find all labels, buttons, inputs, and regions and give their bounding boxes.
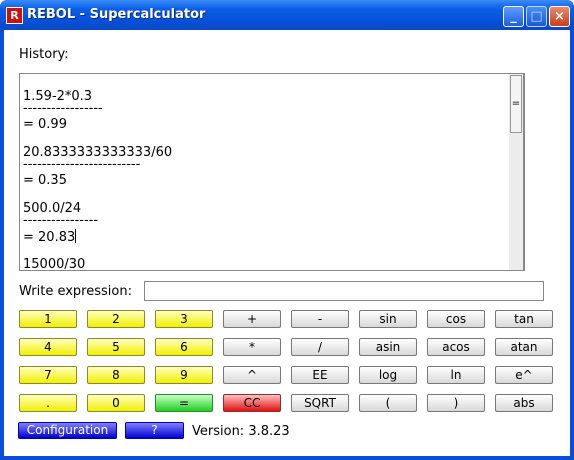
key-1-button[interactable]: 1 [19, 310, 77, 328]
key-6-button[interactable]: 6 [155, 338, 213, 356]
log-button[interactable]: log [359, 366, 417, 384]
sin-button[interactable]: sin [359, 310, 417, 328]
maximize-button[interactable]: □ [526, 6, 547, 27]
atan-button[interactable]: atan [495, 338, 553, 356]
ln-button[interactable]: ln [427, 366, 485, 384]
text-caret [75, 229, 77, 243]
configuration-button[interactable]: Configuration [18, 422, 117, 439]
title-bar[interactable]: R REBOL - Supercalculator _ □ × [0, 0, 574, 30]
history-line: 15000/30 [23, 257, 86, 271]
clear-button[interactable]: CC [223, 394, 281, 412]
close-paren-button[interactable]: ) [427, 394, 485, 412]
scrollbar-thumb[interactable]: = [510, 75, 522, 133]
power-button[interactable]: ^ [223, 366, 281, 384]
help-button[interactable]: ? [125, 422, 184, 439]
equals-button[interactable]: = [155, 394, 213, 412]
minimize-button[interactable]: _ [503, 6, 524, 27]
acos-button[interactable]: acos [427, 338, 485, 356]
window-title: REBOL - Supercalculator [27, 7, 206, 22]
close-button[interactable]: × [549, 6, 570, 27]
app-window: R REBOL - Supercalculator _ □ × History:… [0, 0, 574, 460]
key-9-button[interactable]: 9 [155, 366, 213, 384]
history-label: History: [19, 47, 69, 62]
cos-button[interactable]: cos [427, 310, 485, 328]
history-line: ----------------- [23, 101, 103, 116]
key-0-button[interactable]: 0 [87, 394, 145, 412]
minimize-icon: _ [510, 9, 517, 24]
version-label: Version: 3.8.23 [192, 424, 290, 439]
history-line: ------------------------- [23, 157, 141, 172]
multiply-button[interactable]: * [223, 338, 281, 356]
key-5-button[interactable]: 5 [87, 338, 145, 356]
key-8-button[interactable]: 8 [87, 366, 145, 384]
expression-input[interactable] [144, 281, 544, 301]
close-icon: × [554, 9, 565, 24]
asin-button[interactable]: asin [359, 338, 417, 356]
history-line: = 0.99 [23, 117, 67, 132]
decimal-point-button[interactable]: . [19, 394, 77, 412]
expression-label: Write expression: [19, 284, 132, 299]
ee-button[interactable]: EE [291, 366, 349, 384]
divide-button[interactable]: / [291, 338, 349, 356]
open-paren-button[interactable]: ( [359, 394, 417, 412]
history-line: ---------------- [23, 213, 99, 228]
maximize-icon: □ [530, 9, 543, 24]
plus-button[interactable]: + [223, 310, 281, 328]
key-3-button[interactable]: 3 [155, 310, 213, 328]
client-area: History: 1.59-2*0.3 ----------------- = … [4, 30, 570, 456]
exp-button[interactable]: e^ [495, 366, 553, 384]
history-line-current: = 20.83 [23, 229, 77, 245]
key-7-button[interactable]: 7 [19, 366, 77, 384]
history-result-text: = 20.83 [23, 230, 76, 245]
minus-button[interactable]: - [291, 310, 349, 328]
rebol-logo-icon[interactable]: R [6, 7, 23, 24]
key-2-button[interactable]: 2 [87, 310, 145, 328]
tan-button[interactable]: tan [495, 310, 553, 328]
sqrt-button[interactable]: SQRT [291, 394, 349, 412]
history-scrollbar[interactable]: = [509, 73, 524, 271]
key-4-button[interactable]: 4 [19, 338, 77, 356]
abs-button[interactable]: abs [495, 394, 553, 412]
history-line: = 0.35 [23, 173, 67, 188]
history-textarea[interactable]: 1.59-2*0.3 ----------------- = 0.99 20.8… [19, 73, 525, 271]
